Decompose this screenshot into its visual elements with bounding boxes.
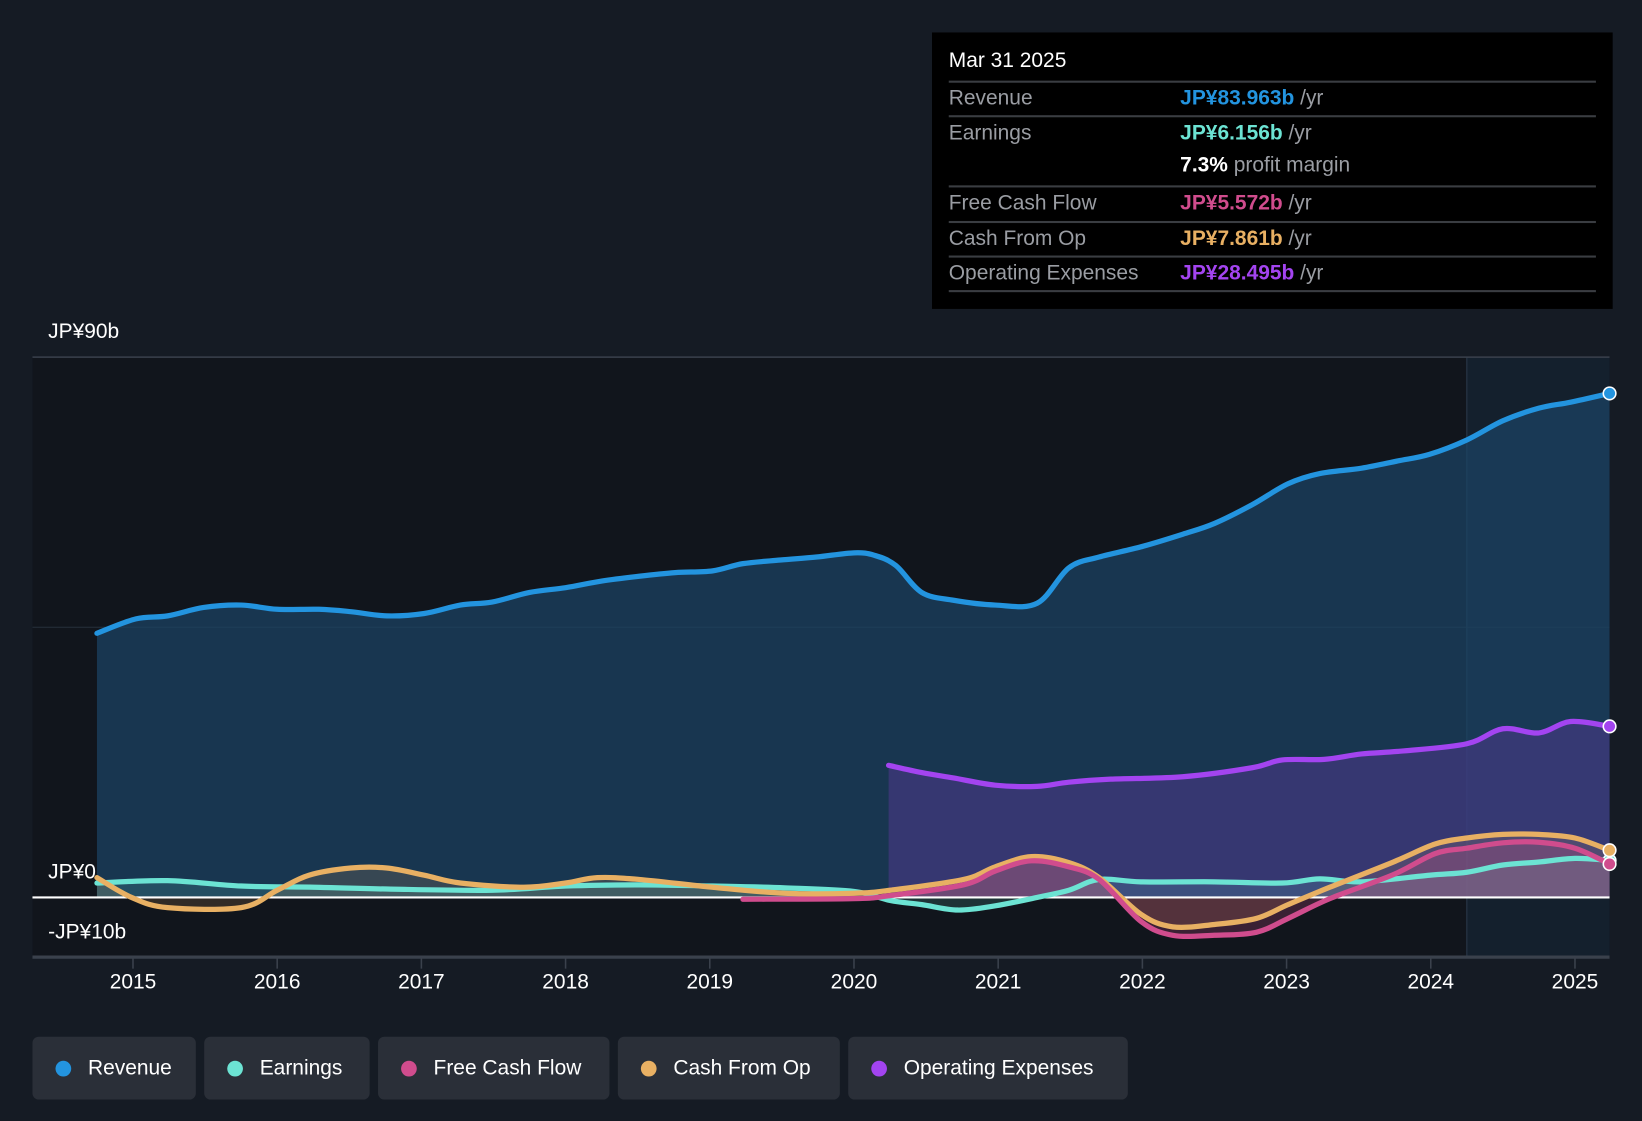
legend-item-earnings[interactable]: Earnings	[204, 1036, 370, 1100]
legend-dot-icon	[55, 1060, 72, 1076]
x-tick-label: 2025	[1551, 970, 1599, 994]
operating-expenses-endpoint	[1602, 719, 1617, 734]
legend-label: Revenue	[87, 1056, 172, 1080]
x-tick-label: 2024	[1407, 970, 1455, 994]
tooltip-label: Revenue	[948, 86, 1033, 110]
legend-label: Cash From Op	[673, 1056, 811, 1080]
x-tick-label: 2019	[686, 970, 734, 994]
revenue-endpoint	[1602, 386, 1617, 401]
tooltip-value: JP¥83.963b /yr	[1180, 86, 1324, 110]
y-tick-label-0: JP¥0	[48, 860, 96, 884]
free-cash-flow-endpoint	[1602, 856, 1617, 872]
tooltip-unit: /yr	[1300, 86, 1324, 110]
legend-label: Earnings	[259, 1056, 343, 1080]
legend-dot-icon	[227, 1060, 243, 1076]
x-tick-label: 2016	[253, 970, 301, 994]
legend-item-free-cash-flow[interactable]: Free Cash Flow	[378, 1036, 610, 1100]
chart-stage: JP¥90b JP¥0 -JP¥10b 2015 2016 2017 2018 2019…	[0, 0, 1642, 1120]
legend-dot-icon	[401, 1060, 417, 1076]
legend-label: Free Cash Flow	[433, 1056, 582, 1080]
tooltip-row-free-cash-flow: Free Cash Flow JP¥5.572b /yr	[948, 185, 1596, 221]
tooltip-value: JP¥28.495b /yr	[1180, 261, 1324, 285]
legend-dot-icon	[871, 1060, 887, 1076]
tooltip-label: Earnings	[948, 121, 1032, 145]
tooltip-row-revenue: Revenue JP¥83.963b /yr	[948, 80, 1596, 117]
y-tick-label-minus10: -JP¥10b	[48, 920, 127, 944]
legend-label: Operating Expenses	[903, 1056, 1094, 1080]
tooltip-divider	[948, 290, 1596, 293]
x-tick-label: 2017	[398, 970, 445, 994]
tooltip-row-operating-expenses: Operating Expenses JP¥28.495b /yr	[948, 255, 1596, 292]
tooltip-value: JP¥6.156b /yr	[1180, 121, 1312, 145]
tooltip-label: Free Cash Flow	[948, 191, 1097, 215]
x-tick-label: 2022	[1119, 970, 1166, 994]
y-tick-label-90: JP¥90b	[48, 320, 120, 344]
legend-dot-icon	[640, 1060, 657, 1076]
tooltip-unit: profit margin	[1233, 153, 1351, 177]
x-tick-label: 2021	[974, 970, 1022, 994]
x-tick-label: 2020	[830, 970, 878, 994]
legend-item-cash-from-op[interactable]: Cash From Op	[617, 1036, 840, 1100]
x-tick-label: 2023	[1263, 970, 1310, 994]
tooltip-row-cash-from-op: Cash From Op JP¥7.861b /yr	[948, 220, 1596, 257]
legend-item-operating-expenses[interactable]: Operating Expenses	[848, 1036, 1128, 1100]
tooltip-unit: /yr	[1288, 191, 1312, 215]
x-tick-label: 2018	[542, 970, 589, 994]
tooltip-label: Operating Expenses	[948, 261, 1139, 285]
tooltip-label: Cash From Op	[948, 227, 1087, 251]
tooltip-value: 7.3% profit margin	[1180, 153, 1351, 177]
tooltip-unit: /yr	[1300, 261, 1324, 285]
cash-from-op-endpoint	[1602, 843, 1617, 858]
tooltip-row-earnings: Earnings JP¥6.156b /yr	[948, 115, 1596, 151]
tooltip: Mar 31 2025 Revenue JP¥83.963b /yr Earning…	[931, 32, 1613, 309]
tooltip-date: Mar 31 2025	[948, 49, 1067, 73]
legend-item-revenue[interactable]: Revenue	[32, 1036, 196, 1100]
x-tick-label: 2015	[109, 970, 157, 994]
tooltip-value: JP¥7.861b /yr	[1180, 227, 1312, 251]
tooltip-value: JP¥5.572b /yr	[1180, 191, 1312, 215]
tooltip-row-profit-margin: 7.3% profit margin	[949, 150, 1596, 184]
tooltip-unit: /yr	[1288, 121, 1312, 145]
tooltip-unit: /yr	[1288, 227, 1312, 251]
